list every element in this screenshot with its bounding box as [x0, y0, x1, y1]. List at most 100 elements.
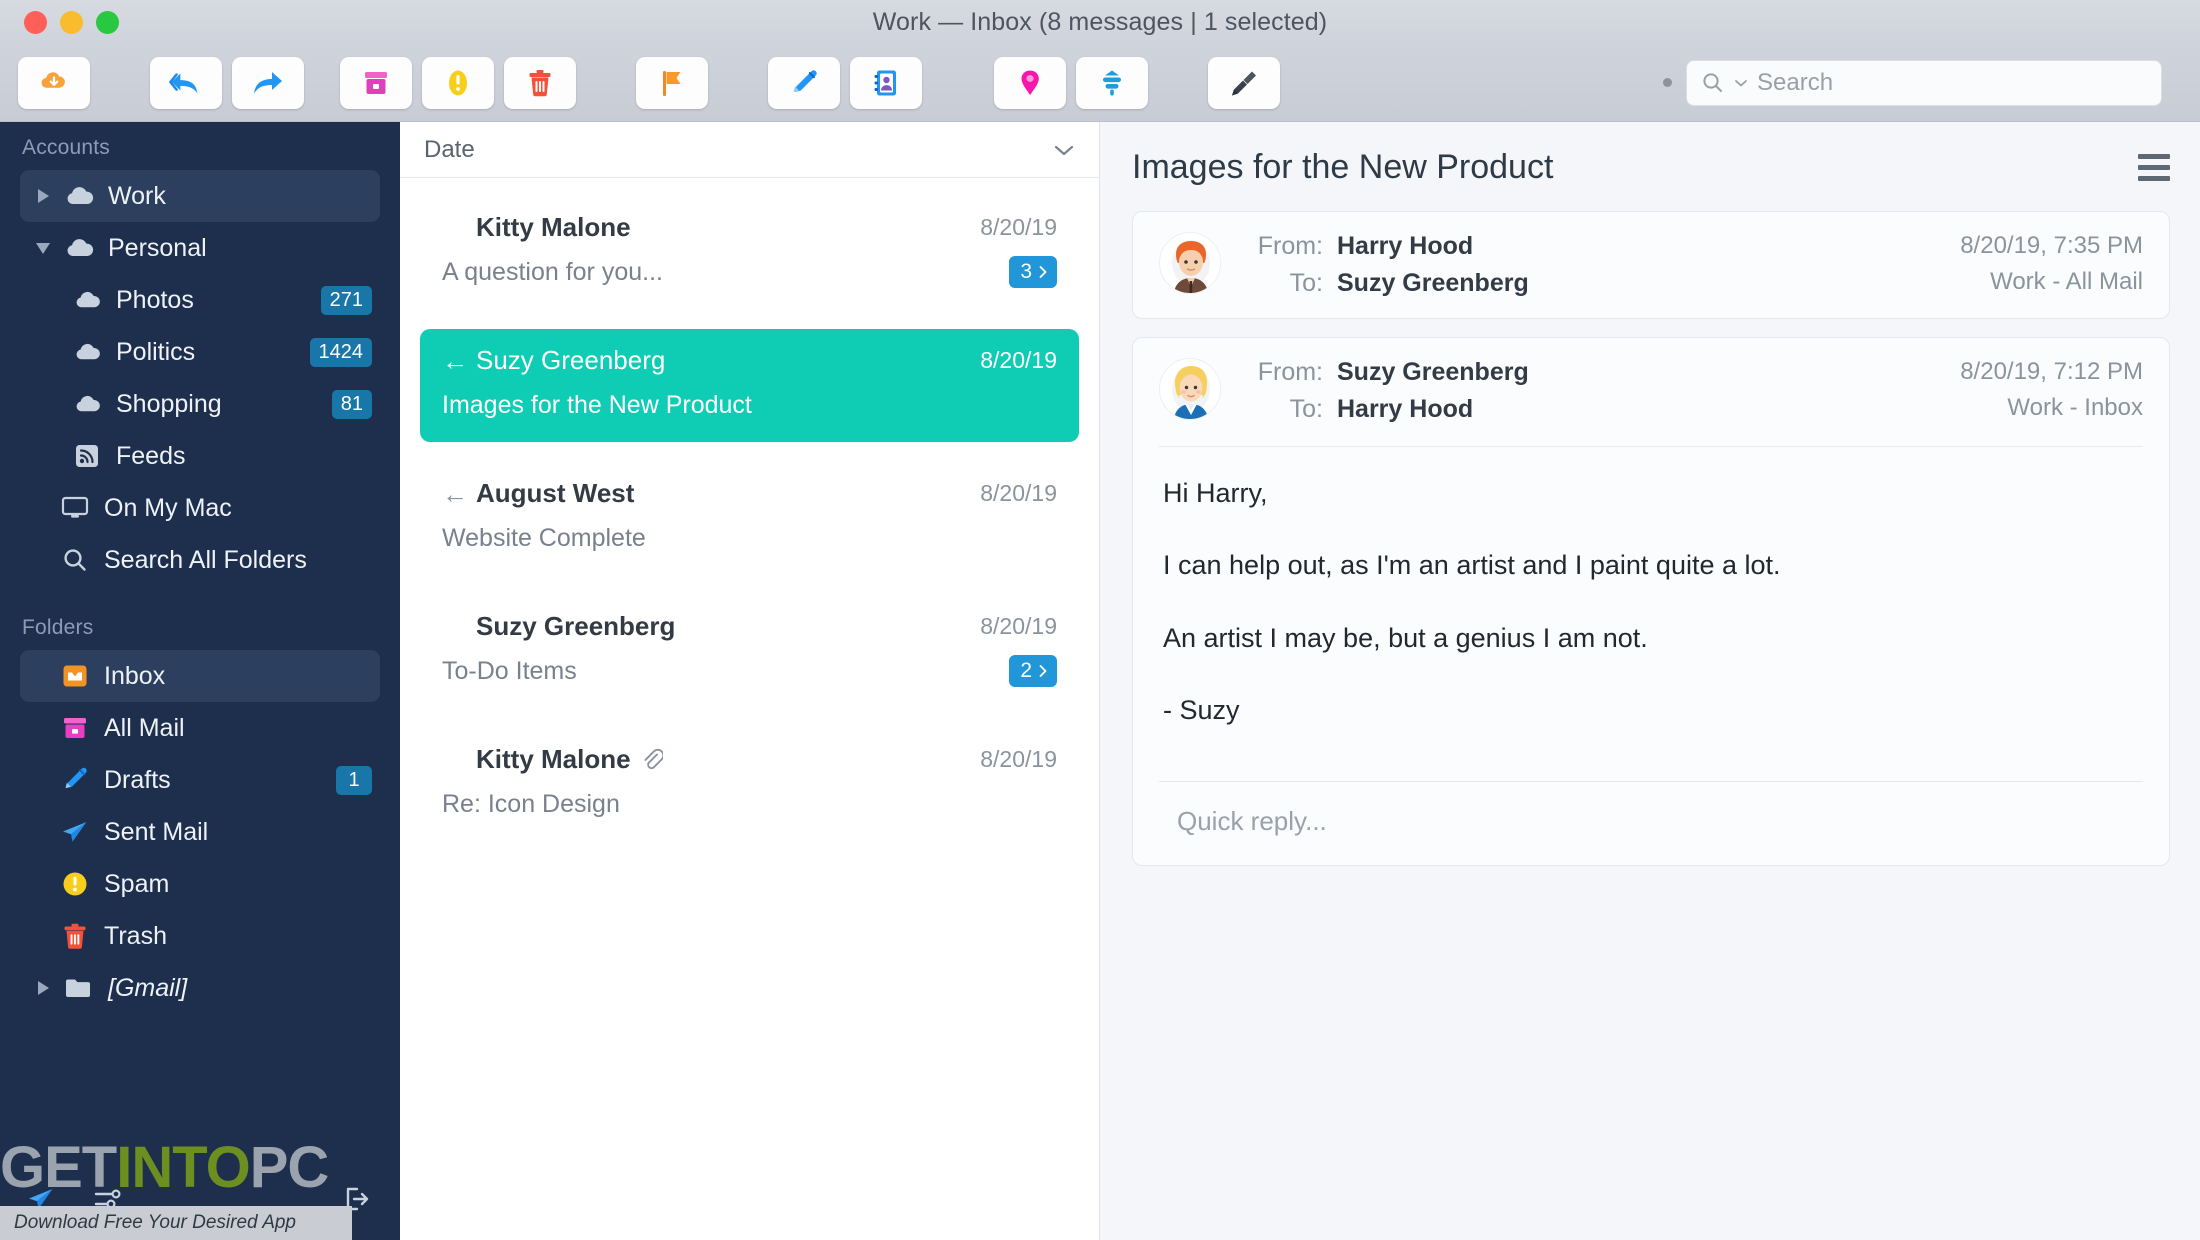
- flag-icon: [663, 70, 681, 96]
- inbox-tray-icon: [54, 663, 96, 689]
- chevron-right-icon: [1039, 266, 1047, 278]
- disclosure-triangle[interactable]: [28, 242, 58, 254]
- sidebar-item-label: Drafts: [104, 765, 171, 794]
- main-content: Accounts Work Personal Photos 271 Politi…: [0, 122, 2200, 1240]
- message-mailbox: Work - All Mail: [1990, 268, 2143, 295]
- sidebar-item-label: Work: [108, 181, 166, 210]
- hamburger-menu-icon[interactable]: [2138, 154, 2170, 181]
- sidebar-item-work[interactable]: Work: [20, 170, 380, 222]
- sidebar-item-feeds[interactable]: Feeds: [20, 430, 380, 482]
- reply-all-icon: [169, 72, 198, 93]
- paper-plane-icon[interactable]: [26, 1186, 56, 1217]
- attachment-icon: [641, 748, 663, 772]
- sidebar-item-search-all-folders[interactable]: Search All Folders: [20, 534, 380, 586]
- message-subject: Images for the New Product: [442, 390, 752, 419]
- thread-count-badge[interactable]: 2: [1009, 655, 1057, 687]
- forward-arrow-icon: [254, 71, 282, 94]
- message-card-expanded[interactable]: From: Suzy Greenberg To: Harry Hood 8/20…: [1132, 337, 2170, 866]
- sidebar: Accounts Work Personal Photos 271 Politi…: [0, 122, 400, 1240]
- disclosure-triangle[interactable]: [28, 981, 58, 995]
- sidebar-item-trash[interactable]: Trash: [20, 910, 380, 962]
- message-subject: A question for you...: [442, 257, 663, 286]
- sidebar-item-sent-mail[interactable]: Sent Mail: [20, 806, 380, 858]
- message-date: 8/20/19: [980, 480, 1057, 506]
- message-date: 8/20/19: [980, 347, 1057, 373]
- reply-all-button[interactable]: [150, 56, 222, 109]
- message-mailbox: Work - Inbox: [2007, 394, 2143, 421]
- sidebar-item-politics[interactable]: Politics 1424: [20, 326, 380, 378]
- quick-reply-input[interactable]: Quick reply...: [1159, 782, 2143, 845]
- chevron-down-icon[interactable]: [1053, 143, 1075, 157]
- folders-header: Folders: [22, 616, 94, 639]
- replied-arrow-icon: ←: [442, 345, 468, 376]
- from-value: Suzy Greenberg: [1337, 358, 1529, 386]
- sidebar-item-personal[interactable]: Personal: [20, 222, 380, 274]
- monitor-icon: [54, 496, 96, 520]
- sidebar-item-label: Personal: [108, 233, 207, 262]
- cloud-icon: [66, 290, 108, 310]
- map-pin-icon: [1021, 70, 1039, 95]
- sidebar-item-label: Politics: [116, 337, 196, 366]
- trash-icon: [54, 922, 96, 950]
- sidebar-item-label: On My Mac: [104, 493, 232, 522]
- message-row[interactable]: ← August West 8/20/19 Website Complete: [420, 462, 1079, 575]
- message-sender: Suzy Greenberg: [476, 345, 666, 375]
- suzy-avatar: [1159, 358, 1221, 420]
- filter-button[interactable]: [1076, 56, 1148, 109]
- accounts-header: Accounts: [22, 136, 110, 159]
- from-label: From:: [1257, 232, 1323, 260]
- chevron-down-icon: [1735, 79, 1747, 86]
- sidebar-item-label: [Gmail]: [108, 973, 188, 1002]
- message-row[interactable]: Kitty Malone 8/20/19 Re: Icon Design: [420, 728, 1079, 841]
- sidebar-item-all-mail[interactable]: All Mail: [20, 702, 380, 754]
- get-mail-button[interactable]: [18, 56, 90, 109]
- search-area: Search: [1663, 59, 2182, 106]
- logout-icon[interactable]: [344, 1186, 374, 1217]
- search-status-dot: [1663, 78, 1672, 87]
- cleanup-button[interactable]: [1208, 56, 1280, 109]
- sidebar-item-inbox[interactable]: Inbox: [20, 650, 380, 702]
- search-icon: [54, 547, 96, 573]
- message-date: 8/20/19: [980, 613, 1057, 639]
- sort-bar[interactable]: Date: [400, 122, 1099, 178]
- to-label: To:: [1289, 269, 1323, 297]
- sliders-icon[interactable]: [94, 1186, 124, 1217]
- sidebar-item-gmail[interactable]: [Gmail]: [20, 962, 380, 1014]
- compose-button[interactable]: [768, 56, 840, 109]
- spam-button[interactable]: [422, 56, 494, 109]
- search-placeholder: Search: [1757, 68, 1834, 96]
- sidebar-item-spam[interactable]: Spam: [20, 858, 380, 910]
- flag-button[interactable]: [636, 56, 708, 109]
- archive-button[interactable]: [340, 56, 412, 109]
- warning-circle-icon: [54, 870, 96, 898]
- sidebar-item-photos[interactable]: Photos 271: [20, 274, 380, 326]
- forward-button[interactable]: [232, 56, 304, 109]
- sidebar-item-on-my-mac[interactable]: On My Mac: [20, 482, 380, 534]
- message-card-collapsed[interactable]: From: Harry Hood To: Suzy Greenberg 8/20…: [1132, 211, 2170, 319]
- cloud-icon: [66, 342, 108, 362]
- to-label: To:: [1289, 395, 1323, 423]
- message-row[interactable]: Suzy Greenberg 8/20/19 To-Do Items 2: [420, 595, 1079, 708]
- search-input[interactable]: Search: [1686, 59, 2162, 106]
- message-rows: Kitty Malone 8/20/19 A question for you.…: [400, 178, 1099, 841]
- sidebar-item-shopping[interactable]: Shopping 81: [20, 378, 380, 430]
- message-row[interactable]: Kitty Malone 8/20/19 A question for you.…: [420, 196, 1079, 309]
- sidebar-item-label: Feeds: [116, 441, 186, 470]
- message-row-selected[interactable]: ← Suzy Greenberg 8/20/19 Images for the …: [420, 329, 1079, 442]
- body-paragraph: - Suzy: [1163, 695, 1240, 726]
- disclosure-triangle[interactable]: [28, 189, 58, 203]
- to-value: Suzy Greenberg: [1337, 269, 1529, 297]
- unread-badge: 271: [320, 285, 372, 315]
- body-paragraph: I can help out, as I'm an artist and I p…: [1163, 550, 1781, 581]
- body-paragraph: Hi Harry,: [1163, 478, 1268, 508]
- sidebar-item-label: Shopping: [116, 389, 222, 418]
- chevron-right-icon: [1039, 665, 1047, 677]
- sidebar-item-label: Sent Mail: [104, 817, 209, 846]
- pin-button[interactable]: [994, 56, 1066, 109]
- message-sender: August West: [476, 478, 635, 508]
- thread-count-badge[interactable]: 3: [1009, 256, 1057, 288]
- thread-count: 3: [1020, 260, 1032, 283]
- contacts-button[interactable]: [850, 56, 922, 109]
- sidebar-item-drafts[interactable]: Drafts 1: [20, 754, 380, 806]
- delete-button[interactable]: [504, 56, 576, 109]
